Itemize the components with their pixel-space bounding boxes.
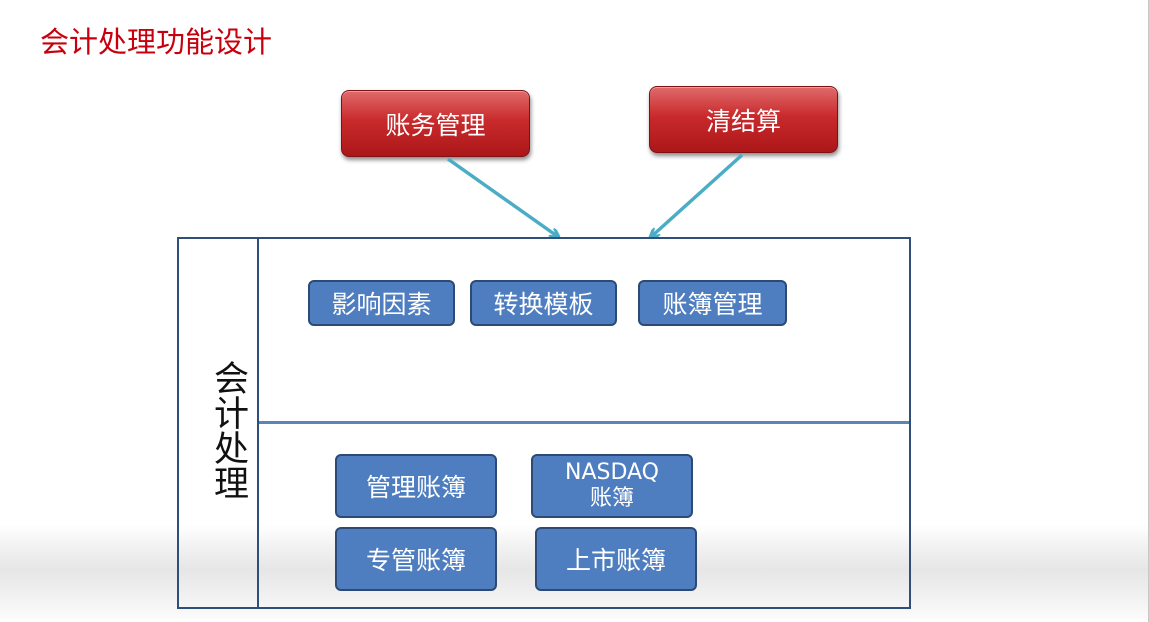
- arrow-clearing-to-frame: [652, 153, 744, 236]
- accounting-processing-label: 会计处理: [208, 360, 248, 500]
- nasdaq-ledger-line2: 账簿: [589, 486, 634, 511]
- item-influence-factors: 影响因素: [308, 280, 455, 326]
- item-conversion-template: 转换模板: [470, 280, 617, 326]
- item-listed-ledger: 上市账簿: [535, 527, 697, 591]
- item-special-management-ledger: 专管账簿: [335, 527, 497, 591]
- item-management-ledger: 管理账簿: [335, 454, 497, 518]
- item-ledger-management: 账簿管理: [638, 280, 787, 326]
- frame-horizontal-divider: [259, 421, 909, 424]
- nasdaq-ledger-line1: NASDAQ: [564, 460, 659, 485]
- arrow-accounting-to-frame: [446, 157, 557, 236]
- item-nasdaq-ledger: NASDAQ 账簿: [531, 454, 693, 518]
